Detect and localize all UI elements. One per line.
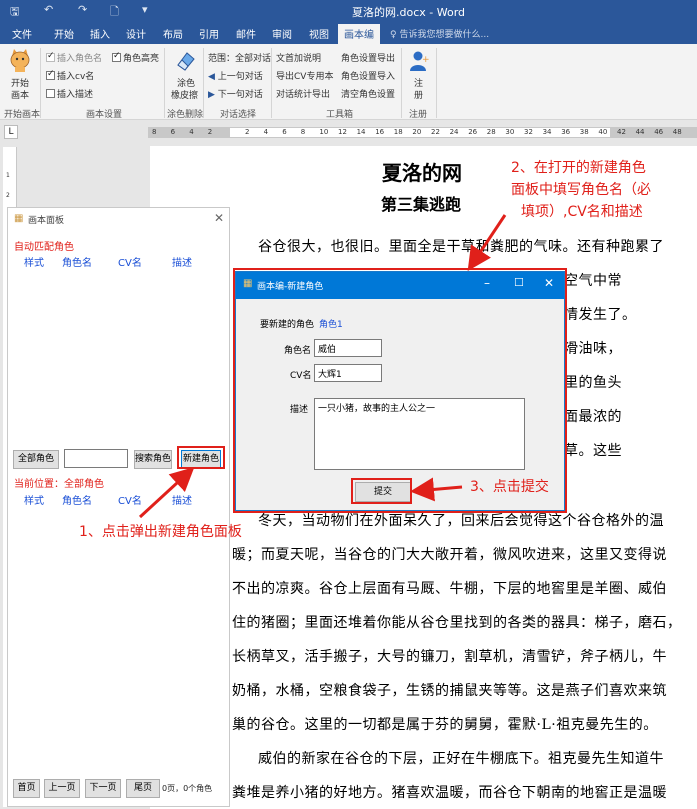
annotation-step2-line2: 面板中填写角色名（必	[511, 182, 651, 198]
annotation-step1: 1、点击弹出新建角色面板	[79, 524, 242, 540]
annotation-step2-line3: 填项）,CV名和描述	[521, 204, 643, 220]
annotation-step3: 3、点击提交	[470, 479, 549, 495]
annotation-arrows	[138, 214, 507, 519]
annotation-step2-line1: 2、在打开的新建角色	[511, 160, 646, 176]
